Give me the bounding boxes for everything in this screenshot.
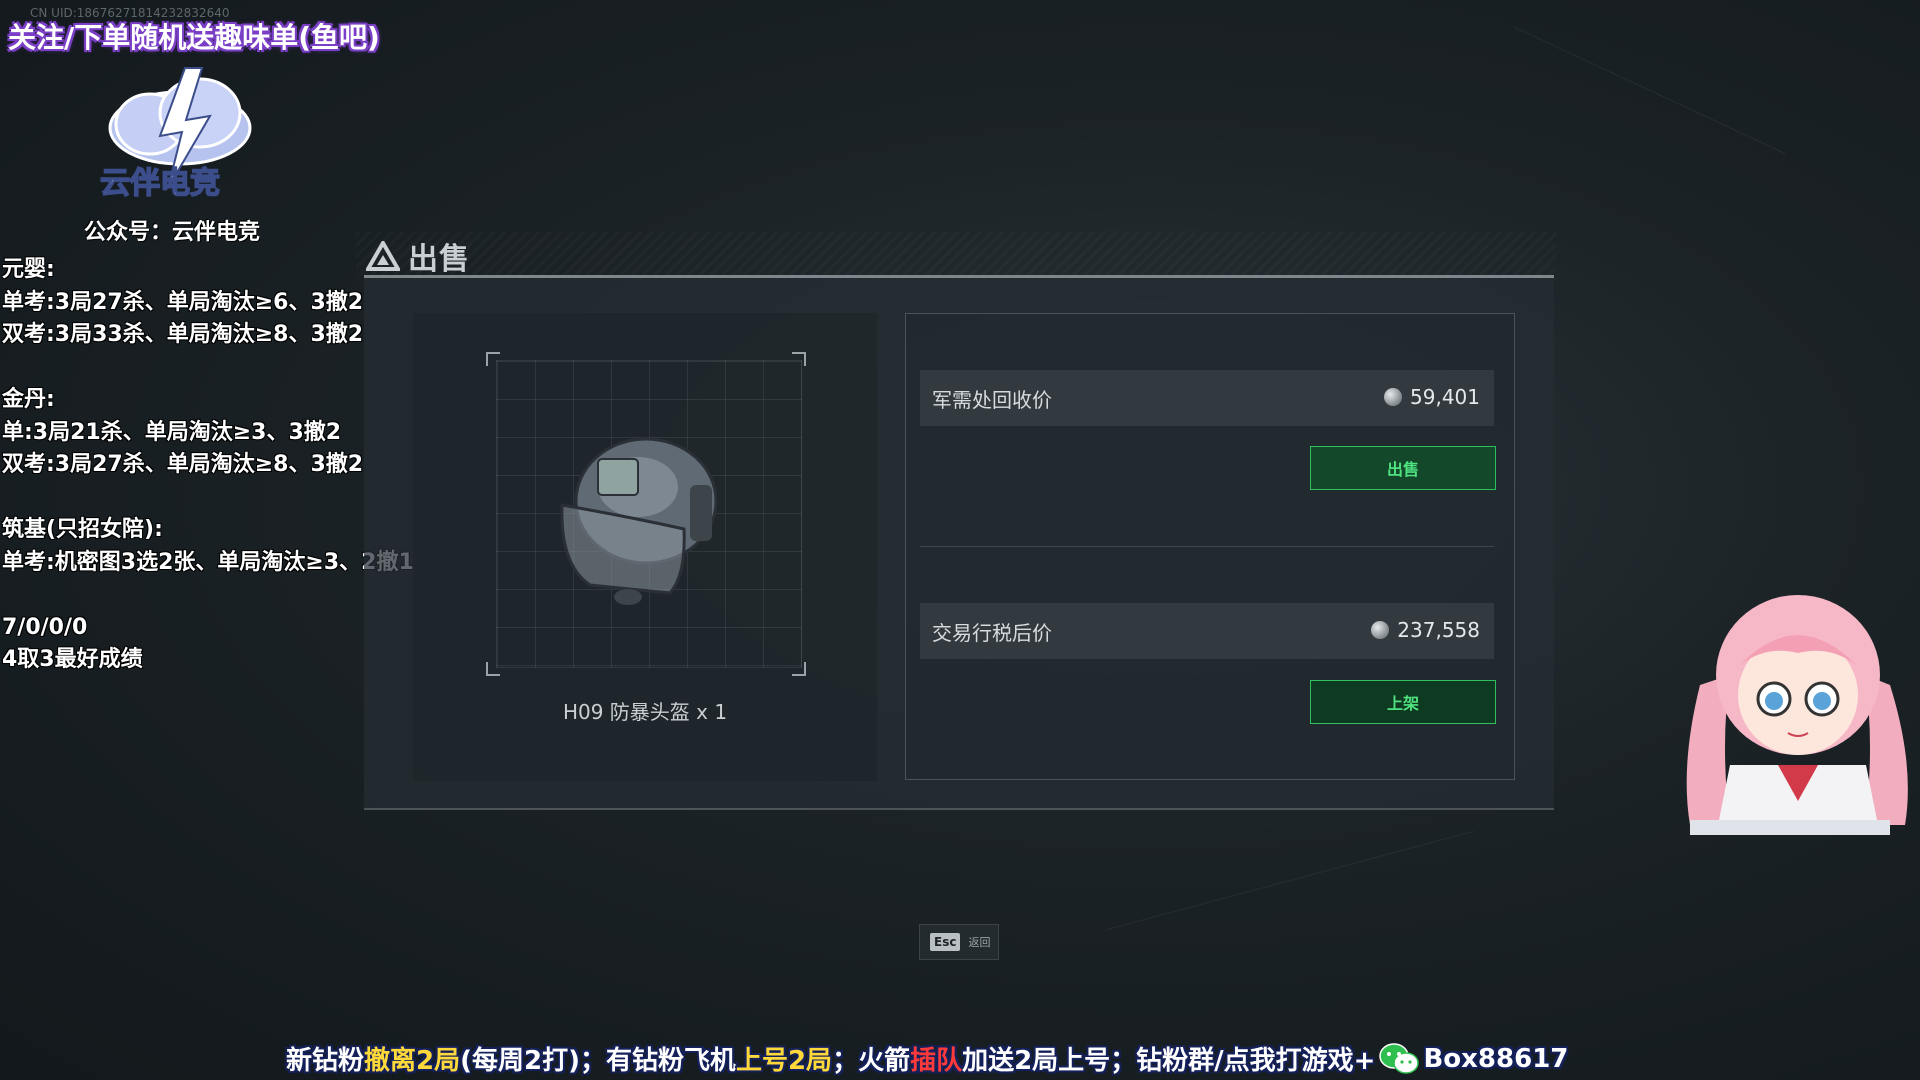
coin-icon xyxy=(1384,388,1403,406)
banner-text: ；火箭 xyxy=(832,1046,911,1076)
info-line: 单:3局21杀、单局淘汰≥3、3撤2 xyxy=(2,419,342,445)
riot-helmet-icon xyxy=(560,437,718,605)
banner-text: 新钻粉 xyxy=(286,1046,365,1076)
recycle-price-value-wrap: 59,401 xyxy=(1384,385,1480,409)
list-on-market-button[interactable]: 上架 xyxy=(1310,680,1496,724)
banner-highlight: 上号2局 xyxy=(735,1046,833,1076)
market-price-value-wrap: 237,558 xyxy=(1371,618,1480,642)
recycle-price-value: 59,401 xyxy=(1410,385,1480,409)
recycle-price-label: 军需处回收价 xyxy=(932,388,1052,412)
info-line: 双考:3局33杀、单局淘汰≥8、3撤2 xyxy=(2,322,364,347)
info-line: 单考:3局27杀、单局淘汰≥6、3撤2 xyxy=(2,289,364,315)
info-line xyxy=(2,482,414,515)
bg-decoration xyxy=(1106,830,1474,931)
stream-bottom-banner: 新钻粉 撤离2局 (每周2打)；有钻粉飞机 上号2局 ；火箭 插队 加送2局上号… xyxy=(286,1040,1568,1077)
sell-button[interactable]: 出售 xyxy=(1310,446,1496,490)
market-price-row: 交易行税后价 237,558 xyxy=(920,603,1494,659)
logo-text: 云伴电竞 xyxy=(100,166,220,201)
rank-requirements: 元婴: 单考:3局27杀、单局淘汰≥6、3撤2 双考:3局33杀、单局淘汰≥8、… xyxy=(2,254,414,677)
esc-key: Esc xyxy=(930,933,961,951)
panel-title-text: 出售 xyxy=(408,242,470,277)
banner-text: 加送2局上号；钻粉群/点我打游戏+ xyxy=(962,1046,1376,1076)
market-price-value: 237,558 xyxy=(1397,618,1480,642)
frame-corner xyxy=(792,352,806,366)
wechat-icon xyxy=(1379,1042,1420,1074)
info-line: 元婴: xyxy=(2,257,55,282)
info-line xyxy=(2,579,414,612)
esc-label: 返回 xyxy=(968,936,991,949)
delta-logo-icon xyxy=(366,241,400,271)
vtuber-avatar xyxy=(1686,595,1908,835)
info-line: 双考:3局27杀、单局淘汰≥8、3撤2 xyxy=(2,452,364,477)
info-line: 金丹: xyxy=(2,387,55,412)
banner-highlight-red: 插队 xyxy=(910,1046,963,1076)
stream-top-banner: 关注/下单随机送趣味单(鱼吧) xyxy=(8,21,380,54)
info-line: 筑基(只招女陪): xyxy=(2,517,163,542)
frame-corner xyxy=(486,662,500,676)
info-line: 4取3最好成绩 xyxy=(2,647,143,672)
item-name: H09 防暴头盔 x 1 xyxy=(562,700,728,724)
market-price-label: 交易行税后价 xyxy=(932,621,1052,645)
frame-corner xyxy=(792,662,806,676)
info-line xyxy=(2,352,414,385)
info-line: 7/0/0/0 xyxy=(2,614,88,640)
esc-back-button[interactable]: Esc 返回 xyxy=(919,924,999,960)
logo-subtitle: 公众号：云伴电竞 xyxy=(84,220,261,245)
frame-corner xyxy=(486,352,500,366)
bg-decoration xyxy=(1513,26,1787,155)
banner-highlight: 撤离2局 xyxy=(364,1046,461,1076)
recycle-price-row: 军需处回收价 59,401 xyxy=(920,370,1494,426)
cloud-lightning-logo: 云伴电竞 xyxy=(99,67,252,202)
panel-title: 出售 xyxy=(366,234,470,278)
banner-text: (每周2打)；有钻粉飞机 xyxy=(460,1046,736,1076)
section-divider xyxy=(920,546,1494,547)
info-line: 单考:机密图3选2张、单局淘汰≥3、2撤1 xyxy=(2,549,414,575)
wechat-id: Box88617 xyxy=(1423,1043,1569,1074)
coin-icon xyxy=(1371,621,1390,639)
title-decoration xyxy=(356,232,1556,276)
